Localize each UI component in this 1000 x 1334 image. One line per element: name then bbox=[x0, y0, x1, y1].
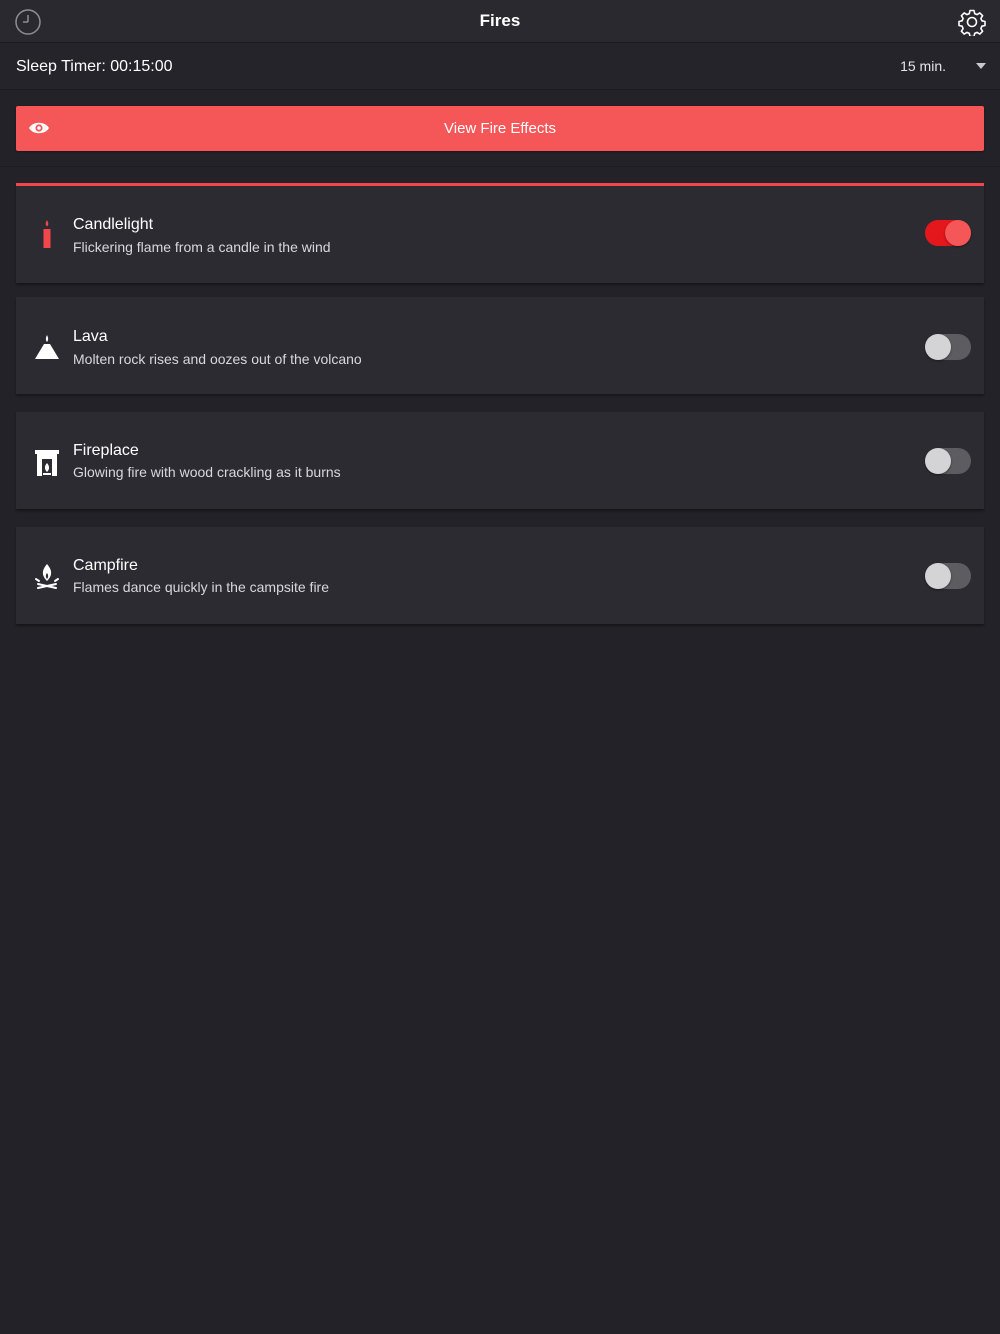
fireplace-icon bbox=[35, 450, 59, 476]
toggle-knob bbox=[945, 220, 971, 246]
toggle-knob bbox=[925, 334, 951, 360]
divider bbox=[0, 166, 1000, 167]
fire-name: Candlelight bbox=[73, 216, 154, 233]
fire-card-campfire[interactable]: Campfire Flames dance quickly in the cam… bbox=[16, 527, 984, 624]
gear-icon[interactable] bbox=[958, 8, 986, 38]
fire-description: Molten rock rises and oozes out of the v… bbox=[73, 351, 362, 367]
sleep-timer-dropdown[interactable]: 15 min. bbox=[886, 57, 986, 77]
fire-card-fireplace[interactable]: Fireplace Glowing fire with wood crackli… bbox=[16, 412, 984, 509]
fire-name: Campfire bbox=[73, 557, 138, 574]
fire-description: Glowing fire with wood crackling as it b… bbox=[73, 464, 341, 480]
volcano-icon bbox=[35, 335, 59, 359]
view-fire-effects-button[interactable]: View Fire Effects bbox=[16, 106, 984, 151]
fire-card-candlelight[interactable]: Candlelight Flickering flame from a cand… bbox=[16, 183, 984, 283]
fire-description: Flickering flame from a candle in the wi… bbox=[73, 239, 331, 255]
view-fire-effects-label: View Fire Effects bbox=[444, 120, 556, 137]
sleep-timer-label: Sleep Timer: 00:15:00 bbox=[16, 58, 173, 75]
fireplace-toggle[interactable] bbox=[925, 448, 971, 474]
candlelight-toggle[interactable] bbox=[925, 220, 971, 246]
campfire-toggle[interactable] bbox=[925, 563, 971, 589]
lava-toggle[interactable] bbox=[925, 334, 971, 360]
fire-name: Lava bbox=[73, 328, 108, 345]
sleep-timer-row: Sleep Timer: 00:15:00 15 min. bbox=[0, 43, 1000, 90]
chevron-down-icon bbox=[976, 63, 986, 69]
fire-description: Flames dance quickly in the campsite fir… bbox=[73, 579, 329, 595]
campfire-icon bbox=[35, 564, 59, 589]
toggle-knob bbox=[925, 448, 951, 474]
sleep-timer-value: 15 min. bbox=[900, 58, 946, 74]
fire-card-lava[interactable]: Lava Molten rock rises and oozes out of … bbox=[16, 297, 984, 394]
candle-icon bbox=[43, 220, 51, 248]
fire-name: Fireplace bbox=[73, 442, 139, 459]
top-bar: Fires bbox=[0, 0, 1000, 43]
page-title: Fires bbox=[479, 11, 521, 30]
toggle-knob bbox=[925, 563, 951, 589]
